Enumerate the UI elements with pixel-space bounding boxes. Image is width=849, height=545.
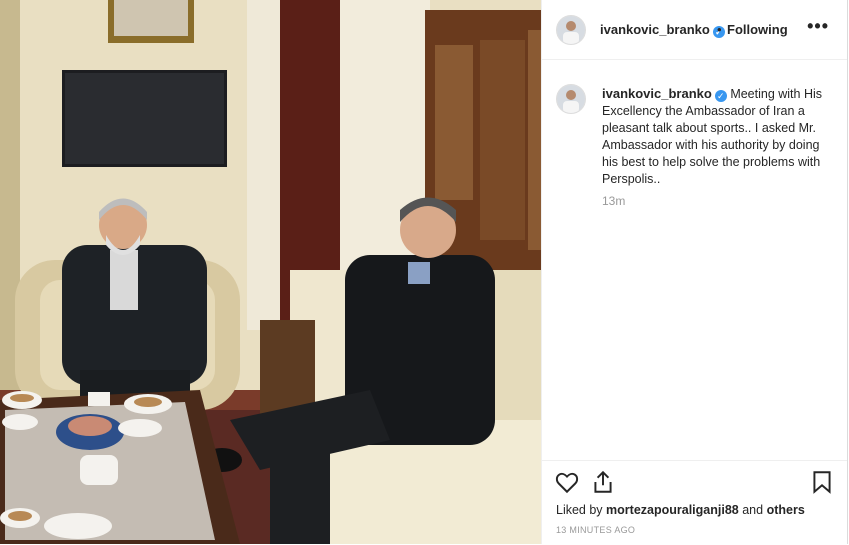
post-photo[interactable] xyxy=(0,0,541,544)
post-side-panel: ivankovic_branko ✓ • Following ••• ivanko… xyxy=(541,0,848,544)
caption-username[interactable]: ivankovic_branko xyxy=(602,86,712,101)
more-options-icon[interactable]: ••• xyxy=(807,16,829,37)
caption-text-block: ivankovic_branko ✓ Meeting with His Excel… xyxy=(602,85,832,188)
avatar[interactable] xyxy=(556,15,586,45)
likes-summary: Liked by mortezapouraliganji88 and other… xyxy=(556,503,805,517)
post-timestamp[interactable]: 13 MINUTES AGO xyxy=(556,525,635,535)
caption-text: Meeting with His Excellency the Ambassad… xyxy=(602,87,823,186)
caption-avatar[interactable] xyxy=(556,84,586,114)
post-header: ivankovic_branko ✓ • Following ••• xyxy=(542,0,847,60)
liked-user-link[interactable]: mortezapouraliganji88 xyxy=(606,503,739,517)
liked-others-link[interactable]: others xyxy=(767,503,805,517)
liked-prefix: Liked by xyxy=(556,503,603,517)
heart-icon[interactable] xyxy=(554,469,580,495)
separator-dot: • xyxy=(717,22,722,37)
caption-verified-icon: ✓ xyxy=(714,90,727,102)
username-link[interactable]: ivankovic_branko ✓ xyxy=(600,22,725,38)
following-button[interactable]: Following xyxy=(727,22,788,37)
liked-and: and xyxy=(742,503,764,517)
bookmark-icon[interactable] xyxy=(809,469,835,495)
share-icon[interactable] xyxy=(590,469,616,495)
username-text: ivankovic_branko xyxy=(600,22,710,37)
caption-time: 13m xyxy=(602,194,626,208)
action-bar: Liked by mortezapouraliganji88 and other… xyxy=(542,460,847,545)
